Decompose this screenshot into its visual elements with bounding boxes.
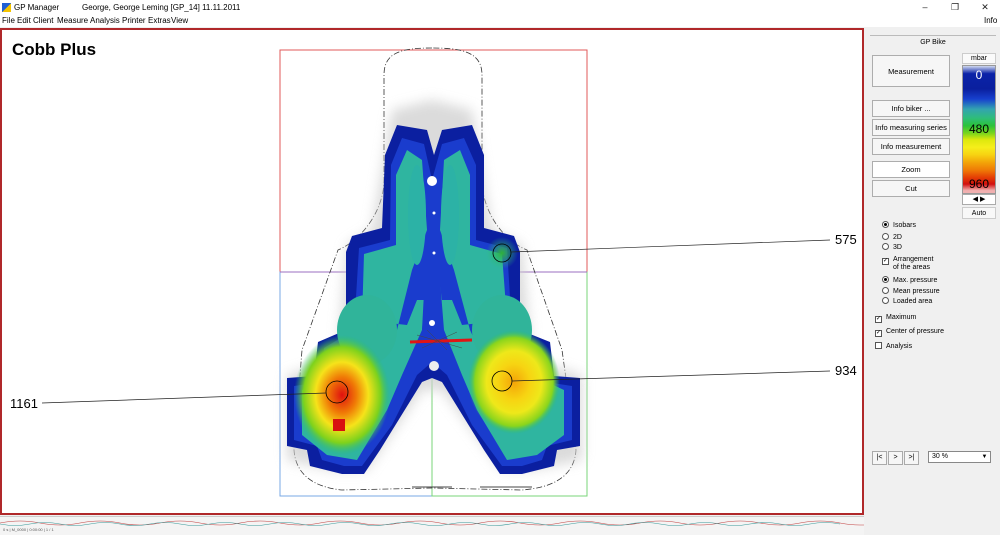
menu-measure[interactable]: Measure <box>57 16 88 25</box>
radio-icon <box>882 243 889 250</box>
chevron-down-icon: ▼ <box>981 454 988 460</box>
checkbox-icon <box>875 342 882 349</box>
timeline-strip[interactable]: 0 s | M_0000 | 0:00:00 | 1 / 1 <box>0 516 864 535</box>
check-maximum[interactable]: ✓ Maximum <box>875 314 916 323</box>
value-label-934: 934 <box>835 363 857 378</box>
timeline-waveform <box>0 520 864 526</box>
legend-tick-480: 480 <box>968 122 990 136</box>
menu-info[interactable]: Info <box>984 16 997 25</box>
cut-button[interactable]: Cut <box>872 180 950 197</box>
title-bar: GP Manager George, George Leming [GP_14]… <box>0 0 1000 15</box>
checkbox-checked-icon: ✓ <box>875 316 882 323</box>
nav-first-button[interactable]: |< <box>872 451 887 465</box>
maximize-button[interactable]: ❐ <box>940 0 970 15</box>
checkbox-checked-icon: ✓ <box>875 330 882 337</box>
pressure-hotspot-right <box>468 330 560 434</box>
option-mean-pressure[interactable]: Mean pressure <box>882 287 940 295</box>
radio-icon <box>882 221 889 228</box>
close-button[interactable]: ✕ <box>970 0 1000 15</box>
radio-icon <box>882 233 889 240</box>
menu-view[interactable]: View <box>171 16 188 25</box>
check-analysis[interactable]: Analysis <box>875 342 912 350</box>
option-isobars[interactable]: Isobars <box>882 221 916 229</box>
legend-tick-960: 960 <box>968 177 990 191</box>
menu-bar: File Edit Client Measure Analysis Printe… <box>0 15 1000 27</box>
value-label-1161: 1161 <box>10 396 38 411</box>
menu-extras[interactable]: Extras <box>148 16 171 25</box>
pressure-map-canvas[interactable]: Cobb Plus 575 1161 934 <box>0 28 864 515</box>
zoom-level-select[interactable]: 30 % ▼ <box>928 451 991 463</box>
option-arrangement-of-areas[interactable]: ✓ Arrangement of the areas <box>882 256 933 272</box>
measurement-button[interactable]: Measurement <box>872 55 950 87</box>
pressure-hotspot-left <box>294 335 390 455</box>
status-text: 0 s | M_0000 | 0:00:00 | 1 / 1 <box>3 527 54 532</box>
nav-next-button[interactable]: > <box>888 451 903 465</box>
menu-printer[interactable]: Printer <box>122 16 146 25</box>
legend-unit: mbar <box>962 53 996 64</box>
menu-client[interactable]: Client <box>33 16 53 25</box>
zoom-button[interactable]: Zoom <box>872 161 950 178</box>
app-title: GP Manager <box>14 3 60 12</box>
checkbox-checked-icon: ✓ <box>882 258 889 265</box>
app-icon <box>2 3 11 12</box>
radio-icon <box>882 287 889 294</box>
option-loaded-area[interactable]: Loaded area <box>882 297 932 305</box>
minimize-button[interactable]: – <box>910 0 940 15</box>
document-info: George, George Leming [GP_14] 11.11.2011 <box>82 3 241 12</box>
info-measurement-button[interactable]: Info measurement <box>872 138 950 155</box>
menu-edit[interactable]: Edit <box>17 16 31 25</box>
option-2d[interactable]: 2D <box>882 233 902 241</box>
pressure-map <box>41 47 831 497</box>
check-center-of-pressure[interactable]: ✓ Center of pressure <box>875 328 944 337</box>
info-biker-button[interactable]: Info biker ... <box>872 100 950 117</box>
side-panel: GP Bike Measurement Info biker ... Info … <box>866 28 1000 535</box>
panel-header: GP Bike <box>870 35 996 46</box>
menu-file[interactable]: File <box>2 16 15 25</box>
option-3d[interactable]: 3D <box>882 243 902 251</box>
radio-icon <box>882 297 889 304</box>
menu-analysis[interactable]: Analysis <box>90 16 120 25</box>
legend-tick-0: 0 <box>975 68 983 82</box>
info-measuring-series-button[interactable]: Info measuring series <box>872 119 950 136</box>
radio-icon <box>882 276 889 283</box>
nav-last-button[interactable]: >| <box>904 451 919 465</box>
legend-arrows[interactable]: ◀ ▶ <box>962 194 996 205</box>
legend-auto-button[interactable]: Auto <box>962 207 996 219</box>
value-label-575: 575 <box>835 232 857 247</box>
option-max-pressure[interactable]: Max. pressure <box>882 276 937 284</box>
